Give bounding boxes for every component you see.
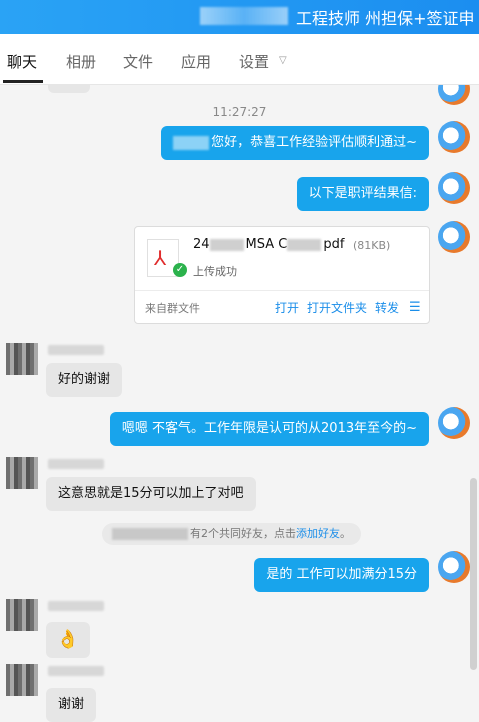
system-notice: 有2个共同好友，点击添加好友。 (102, 523, 361, 545)
file-source: 来自群文件 (145, 302, 200, 315)
message-text: 谢谢 (58, 697, 85, 712)
avatar[interactable] (6, 457, 38, 489)
avatar[interactable] (438, 221, 470, 253)
message-bubble[interactable]: 以下是职评结果信: (296, 177, 429, 211)
hamburger-icon[interactable]: ☰ (409, 300, 421, 315)
file-card[interactable]: ⅄ ✓ 24 MSA Cpdf (81KB) 上传成功 来自群文件 打开 打开文件… (134, 226, 430, 324)
forward-button[interactable]: 转发 (375, 299, 399, 316)
file-name: 24 MSA Cpdf (193, 237, 345, 252)
tab-album[interactable]: 相册 (66, 51, 96, 72)
avatar[interactable] (6, 599, 38, 631)
open-file-button[interactable]: 打开 (275, 299, 299, 316)
message-bubble[interactable]: 嗯嗯 不客气。工作年限是认可的从2013年至今的~ (109, 412, 429, 446)
message-bubble[interactable]: 这意思就是15分可以加上了对吧 (46, 477, 256, 511)
message-bubble[interactable]: 您好，恭喜工作经验评估顺利通过~ (161, 126, 429, 160)
message-text: 好的谢谢 (58, 372, 111, 387)
tab-files[interactable]: 文件 (123, 51, 153, 72)
message-timestamp: 11:27:27 (212, 105, 267, 119)
divider (135, 290, 429, 291)
avatar[interactable] (438, 551, 470, 583)
blurred-sender-name (48, 601, 104, 611)
chevron-down-icon[interactable]: ▽ (279, 55, 287, 66)
blurred-sender-name (48, 345, 104, 355)
open-folder-button[interactable]: 打开文件夹 (307, 299, 367, 316)
message-text: 嗯嗯 不客气。工作年限是认可的从2013年至今的~ (121, 421, 417, 436)
avatar[interactable] (6, 343, 38, 375)
active-tab-underline (3, 80, 43, 83)
tab-chat[interactable]: 聊天 (7, 51, 37, 72)
blurred-sender-name (48, 666, 104, 676)
tab-bar: 聊天 相册 文件 应用 设置 ▽ (0, 34, 479, 85)
message-text: 您好，恭喜工作经验评估顺利通过~ (211, 135, 417, 150)
chat-area[interactable]: 11:27:27 您好，恭喜工作经验评估顺利通过~ 以下是职评结果信: ⅄ ✓ … (0, 85, 479, 722)
upload-status: 上传成功 (193, 265, 237, 278)
avatar[interactable] (438, 172, 470, 204)
scrollbar-thumb[interactable] (470, 478, 477, 670)
message-text: 以下是职评结果信: (308, 186, 417, 201)
message-text: 是的 工作可以加满分15分 (266, 567, 417, 582)
avatar[interactable] (438, 85, 470, 105)
add-friend-link[interactable]: 添加好友 (296, 527, 340, 540)
message-bubble[interactable]: 谢谢 (46, 688, 97, 722)
ok-hand-icon: 👌 (56, 629, 80, 650)
check-icon: ✓ (173, 263, 187, 277)
avatar[interactable] (6, 664, 38, 696)
message-text: 这意思就是15分可以加上了对吧 (58, 486, 244, 501)
window-title: 工程技师 州担保+签证申 (296, 9, 475, 28)
file-size: (81KB) (353, 239, 391, 252)
blurred-sender-name (48, 459, 104, 469)
tab-settings[interactable]: 设置 (239, 51, 269, 72)
previous-message-bubble (48, 85, 90, 93)
blurred-group-name (200, 7, 288, 25)
title-bar: 工程技师 州担保+签证申 (0, 0, 479, 34)
blurred-name (173, 135, 210, 150)
blurred-name (112, 528, 188, 540)
avatar[interactable] (438, 407, 470, 439)
emoji-bubble[interactable]: 👌 (46, 622, 90, 658)
message-bubble[interactable]: 是的 工作可以加满分15分 (254, 558, 429, 592)
tab-apps[interactable]: 应用 (181, 51, 211, 72)
message-bubble[interactable]: 好的谢谢 (46, 363, 123, 397)
avatar[interactable] (438, 121, 470, 153)
